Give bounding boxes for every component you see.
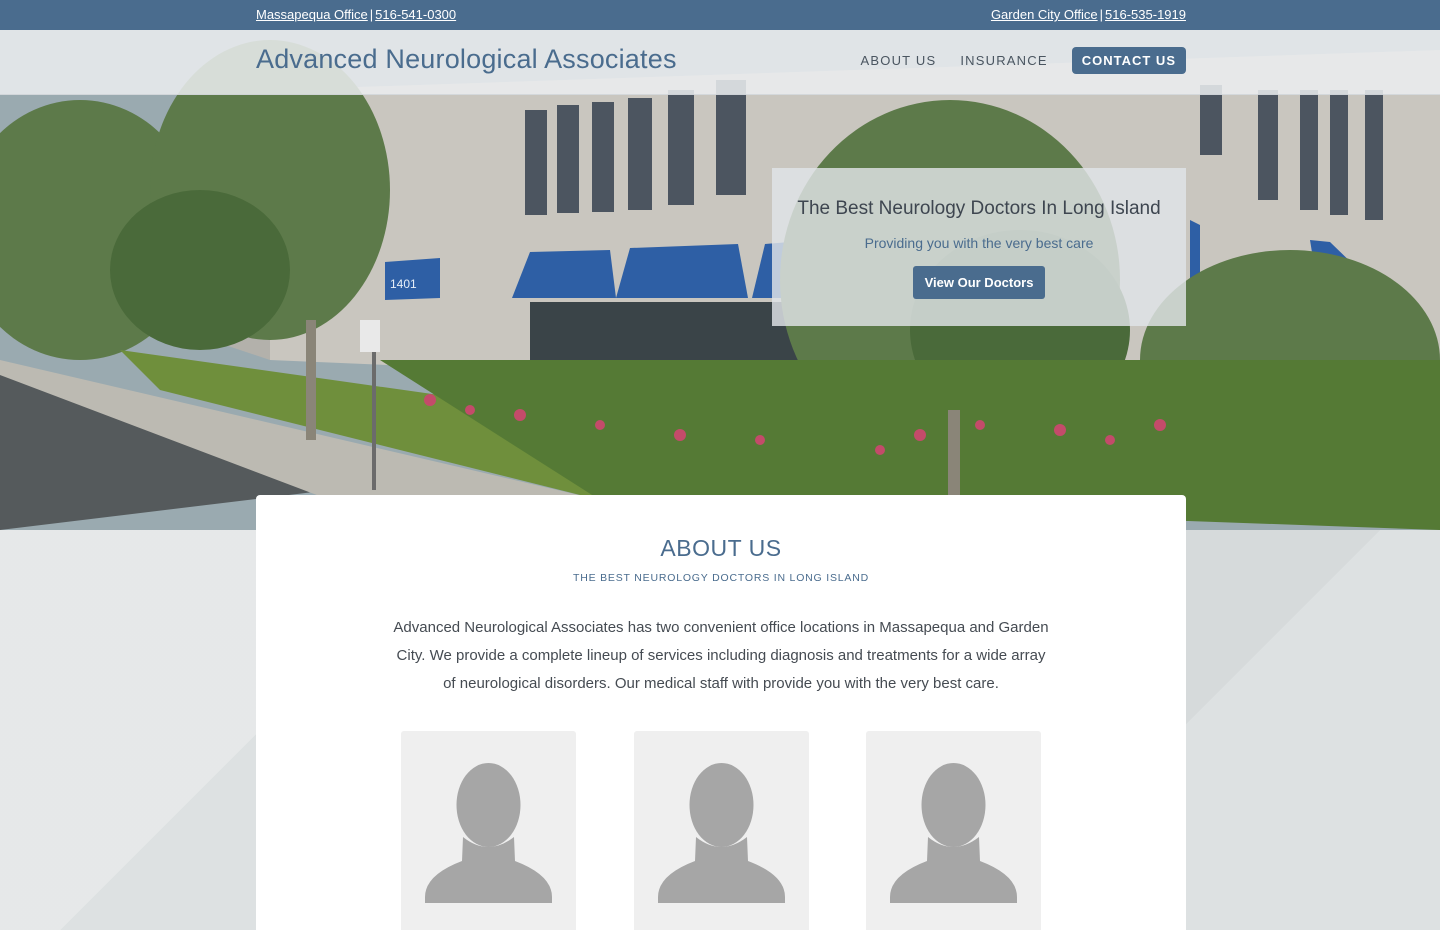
massapequa-phone-link[interactable]: 516-541-0300 [375, 7, 456, 22]
person-placeholder-icon [658, 763, 785, 903]
view-our-doctors-button[interactable]: View Our Doctors [912, 266, 1046, 299]
massapequa-contact: Massapequa Office | 516-541-0300 [256, 7, 456, 22]
garden-city-phone-link[interactable]: 516-535-1919 [1105, 7, 1186, 22]
garden-city-contact: Garden City Office | 516-535-1919 [991, 7, 1186, 22]
separator: | [369, 7, 374, 22]
person-placeholder-icon [890, 763, 1017, 903]
nav-insurance[interactable]: INSURANCE [960, 53, 1047, 68]
hero-callout: The Best Neurology Doctors In Long Islan… [772, 168, 1186, 326]
main-nav: ABOUT US INSURANCE CONTACT US [837, 47, 1186, 74]
about-body: Advanced Neurological Associates has two… [393, 619, 1049, 692]
doctor-card[interactable] [866, 731, 1041, 930]
person-placeholder-icon [425, 763, 552, 903]
massapequa-office-link[interactable]: Massapequa Office [256, 7, 368, 22]
hero-banner: 1401 [0, 30, 1440, 530]
site-logo[interactable]: Advanced Neurological Associates [256, 44, 677, 75]
doctor-card[interactable] [401, 731, 576, 930]
separator: | [1099, 7, 1104, 22]
site-header: Advanced Neurological Associates ABOUT U… [0, 30, 1440, 95]
garden-city-office-link[interactable]: Garden City Office [991, 7, 1098, 22]
about-section: ABOUT US THE BEST NEUROLOGY DOCTORS IN L… [256, 495, 1186, 930]
hero-title: The Best Neurology Doctors In Long Islan… [797, 198, 1161, 219]
about-subtitle: THE BEST NEUROLOGY DOCTORS IN LONG ISLAN… [573, 572, 869, 584]
hero-subtitle: Providing you with the very best care [864, 235, 1094, 251]
building-number: 1401 [390, 277, 417, 291]
about-title: ABOUT US [660, 535, 782, 561]
hero-building-photo [0, 30, 1440, 530]
doctor-cards [401, 731, 1041, 930]
nav-contact-us-button[interactable]: CONTACT US [1071, 47, 1186, 74]
top-contact-bar: Massapequa Office | 516-541-0300 Garden Ci… [0, 0, 1440, 30]
doctor-card[interactable] [634, 731, 809, 930]
nav-about-us[interactable]: ABOUT US [861, 53, 937, 68]
